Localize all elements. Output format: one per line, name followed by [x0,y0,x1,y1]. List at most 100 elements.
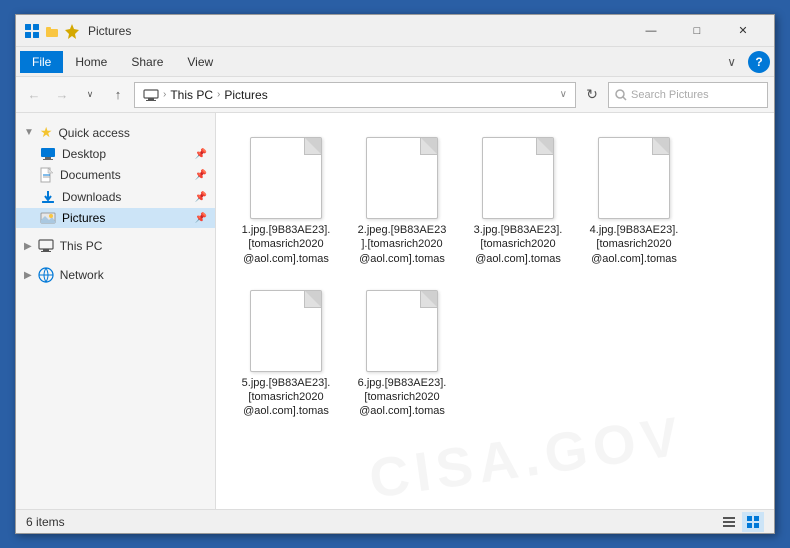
file-page-6 [366,290,438,372]
pictures-icon [40,211,56,225]
file-page-3 [482,137,554,219]
files-grid: 1.jpg.[9B83AE23].[tomasrich2020@aol.com]… [228,125,762,431]
pc-icon [143,89,159,101]
app-icon [24,23,40,39]
file-name-2: 2.jpeg.[9B83AE23].[tomasrich2020@aol.com… [358,223,447,266]
menubar-right: ∨ ? [719,51,770,73]
sidebar-label-pictures: Pictures [62,211,105,225]
quick-access-star-icon: ★ [40,124,53,141]
sidebar-item-downloads[interactable]: Downloads 📌 [16,186,215,208]
file-item-5[interactable]: 5.jpg.[9B83AE23].[tomasrich2020@aol.com]… [236,286,336,423]
file-icon-1 [250,137,322,219]
path-separator-2: › [217,89,220,100]
content-area: ▼ ★ Quick access Desktop 📌 [16,113,774,509]
desktop-pin-icon: 📌 [195,149,207,160]
grid-view-button[interactable] [742,512,764,532]
list-view-icon [722,515,736,529]
up-button[interactable]: ↑ [106,83,130,107]
file-area: CISA.GOV 1.jpg.[9B83AE23].[tomasrich2020… [216,113,774,509]
sidebar-item-documents[interactable]: Documents 📌 [16,164,215,186]
downloads-icon [40,189,56,205]
documents-icon [40,167,54,183]
file-name-4: 4.jpg.[9B83AE23].[tomasrich2020@aol.com]… [590,223,679,266]
file-page-2 [366,137,438,219]
menu-home[interactable]: Home [63,51,119,73]
file-icon-2 [366,137,438,219]
thispc-arrow: ▶ [24,241,32,252]
sidebar-item-pictures[interactable]: Pictures 📌 [16,208,215,228]
sidebar-item-network[interactable]: ▶ Network [16,264,215,286]
file-icon-6 [366,290,438,372]
addressbar: ← → ∨ ↑ › This PC › Pictures ∨ ↻ [16,77,774,113]
menu-file[interactable]: File [20,51,63,73]
sidebar-spacer-1 [16,228,215,236]
sidebar-label-quick-access: Quick access [58,126,129,140]
view-switcher [718,512,764,532]
back-button[interactable]: ← [22,83,46,107]
forward-button[interactable]: → [50,83,74,107]
search-icon [615,89,627,101]
search-placeholder: Search Pictures [631,89,709,101]
thispc-icon [38,239,54,253]
sidebar-item-desktop[interactable]: Desktop 📌 [16,144,215,164]
titlebar: Pictures — □ ✕ [16,15,774,47]
pictures-pin-icon: 📌 [195,213,207,224]
address-path[interactable]: › This PC › Pictures ∨ [134,82,576,108]
file-item-1[interactable]: 1.jpg.[9B83AE23].[tomasrich2020@aol.com]… [236,133,336,270]
sidebar-label-desktop: Desktop [62,147,106,161]
network-arrow: ▶ [24,270,32,281]
close-button[interactable]: ✕ [720,15,766,47]
file-name-5: 5.jpg.[9B83AE23].[tomasrich2020@aol.com]… [242,376,331,419]
file-item-4[interactable]: 4.jpg.[9B83AE23].[tomasrich2020@aol.com]… [584,133,684,270]
sidebar-label-downloads: Downloads [62,190,121,204]
sidebar-spacer-2 [16,256,215,264]
titlebar-app-icons [24,23,80,39]
window-title: Pictures [88,24,628,38]
menubar: File Home Share View ∨ ? [16,47,774,77]
item-count: 6 items [26,515,65,529]
file-name-1: 1.jpg.[9B83AE23].[tomasrich2020@aol.com]… [242,223,331,266]
help-button[interactable]: ? [748,51,770,73]
file-item-6[interactable]: 6.jpg.[9B83AE23].[tomasrich2020@aol.com]… [352,286,452,423]
window-controls: — □ ✕ [628,15,766,47]
sidebar-item-thispc[interactable]: ▶ This PC [16,236,215,256]
path-pictures: Pictures [224,88,267,102]
menu-share[interactable]: Share [119,51,175,73]
file-name-3: 3.jpg.[9B83AE23].[tomasrich2020@aol.com]… [474,223,563,266]
maximize-button[interactable]: □ [674,15,720,47]
path-separator-1: › [163,89,166,100]
pin-icon [64,23,80,39]
path-dropdown[interactable]: ∨ [560,89,567,100]
file-page-5 [250,290,322,372]
downloads-pin-icon: 📌 [195,192,207,203]
network-icon [38,267,54,283]
menubar-chevron[interactable]: ∨ [719,51,744,73]
file-name-6: 6.jpg.[9B83AE23].[tomasrich2020@aol.com]… [358,376,447,419]
file-icon-5 [250,290,322,372]
sidebar-label-thispc: This PC [60,239,103,253]
refresh-button[interactable]: ↻ [580,83,604,107]
minimize-button[interactable]: — [628,15,674,47]
dropdown-button[interactable]: ∨ [78,83,102,107]
documents-pin-icon: 📌 [195,170,207,181]
sidebar-item-quick-access[interactable]: ▼ ★ Quick access [16,121,215,144]
file-item-3[interactable]: 3.jpg.[9B83AE23].[tomasrich2020@aol.com]… [468,133,568,270]
list-view-button[interactable] [718,512,740,532]
file-page-4 [598,137,670,219]
statusbar: 6 items [16,509,774,533]
file-page-1 [250,137,322,219]
desktop-icon [40,147,56,161]
file-icon-3 [482,137,554,219]
sidebar: ▼ ★ Quick access Desktop 📌 [16,113,216,509]
quick-access-icon [44,23,60,39]
explorer-window: Pictures — □ ✕ File Home Share View ∨ ? … [15,14,775,534]
file-item-2[interactable]: 2.jpeg.[9B83AE23].[tomasrich2020@aol.com… [352,133,452,270]
search-box[interactable]: Search Pictures [608,82,768,108]
sidebar-label-documents: Documents [60,168,121,182]
menu-view[interactable]: View [175,51,225,73]
grid-view-icon [746,515,760,529]
sidebar-label-network: Network [60,268,104,282]
file-icon-4 [598,137,670,219]
quick-access-arrow: ▼ [24,127,34,138]
path-this-pc: This PC [170,88,213,102]
